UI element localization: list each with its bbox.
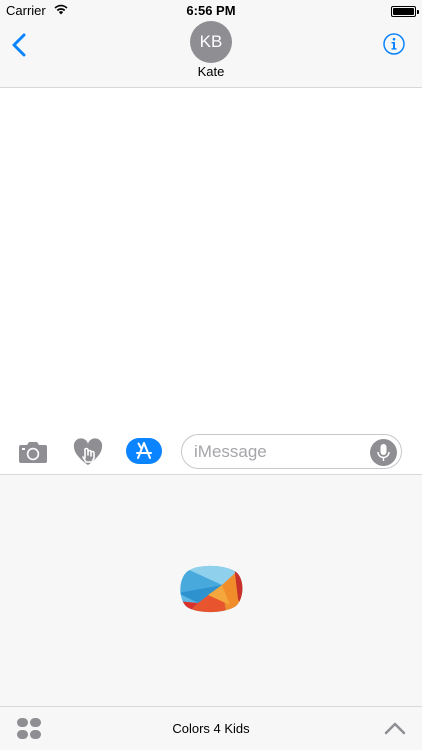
info-icon[interactable]	[383, 33, 405, 55]
compose-bar	[0, 428, 422, 474]
dictation-button[interactable]	[370, 439, 397, 466]
camera-icon[interactable]	[18, 440, 48, 464]
app-drawer	[0, 474, 422, 706]
conversation-header: Carrier 6:56 PM KB Kate	[0, 0, 422, 88]
battery-icon	[391, 6, 419, 17]
clock: 6:56 PM	[186, 3, 236, 18]
avatar[interactable]: KB	[190, 21, 232, 63]
app-store-button[interactable]	[126, 438, 162, 464]
status-bar: Carrier 6:56 PM	[0, 0, 422, 22]
expand-chevron-icon[interactable]	[384, 720, 406, 736]
message-transcript[interactable]	[0, 89, 422, 421]
microphone-icon	[377, 444, 390, 461]
message-field[interactable]	[181, 434, 402, 469]
app-store-icon	[136, 442, 152, 459]
contact-name[interactable]: Kate	[0, 64, 422, 79]
app-title: Colors 4 Kids	[172, 721, 250, 736]
avatar-initials: KB	[199, 32, 223, 51]
digital-touch-icon[interactable]	[72, 438, 104, 466]
back-chevron-icon[interactable]	[10, 32, 30, 58]
colors-4-kids-sticker[interactable]	[178, 565, 244, 613]
app-strip: Colors 4 Kids	[0, 706, 422, 750]
message-input[interactable]	[194, 441, 364, 463]
